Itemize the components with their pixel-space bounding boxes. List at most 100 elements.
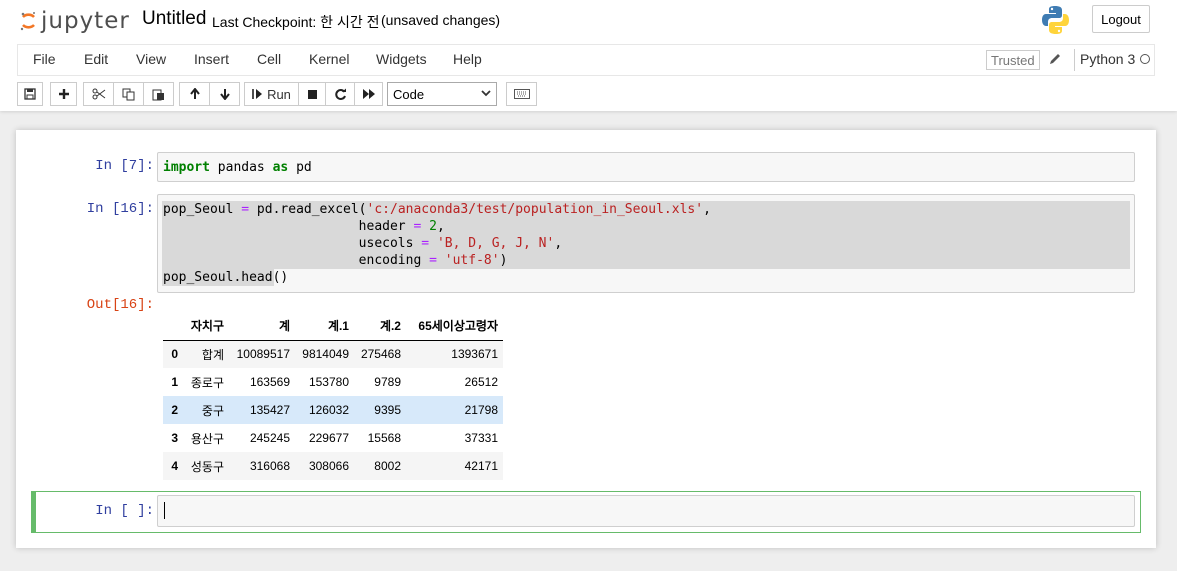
menu-file[interactable]: File: [33, 51, 56, 67]
input-prompt: In [ ]:: [95, 503, 154, 519]
table-cell: 9395: [374, 403, 401, 417]
stop-icon: [307, 89, 317, 99]
kernel-name[interactable]: Python 3: [1080, 51, 1135, 67]
notebook-container: In [7]: import pandas as pd In [16]: pop…: [16, 130, 1156, 548]
table-row: 0 합계 10089517 9814049 275468 1393671: [163, 340, 503, 368]
restart-icon: [334, 88, 346, 100]
jupyter-logo[interactable]: jupyter: [20, 6, 130, 36]
output-prompt: Out[16]:: [86, 297, 154, 313]
table-cell: 163569: [249, 375, 290, 389]
insert-cell-button[interactable]: [50, 82, 77, 106]
table-cell: 229677: [308, 431, 349, 445]
interrupt-button[interactable]: [298, 82, 326, 106]
checkpoint-status: Last Checkpoint: 한 시간 전: [212, 14, 380, 30]
table-header-cell: 65세이상고령자: [406, 312, 503, 341]
kernel-idle-icon: [1140, 54, 1150, 64]
logout-button[interactable]: Logout: [1092, 5, 1150, 33]
table-cell: 용산구: [190, 431, 224, 446]
text-cursor: [164, 502, 165, 519]
table-header-cell: 자치구: [183, 312, 229, 341]
cell-type-select[interactable]: Code: [387, 82, 497, 106]
paste-icon: [152, 89, 164, 100]
table-row: 3 용산구 245245 229677 15568 37331: [163, 424, 503, 452]
paste-button[interactable]: [143, 82, 174, 106]
plus-icon: [58, 89, 69, 99]
menubar: File Edit View Insert Cell Kernel Widget…: [17, 44, 1155, 76]
table-cell: 308066: [308, 459, 349, 473]
run-button[interactable]: Run: [244, 82, 299, 106]
code-block: pop_Seoul = pd.read_excel('c:/anaconda3/…: [163, 202, 711, 285]
table-row: 4 성동구 316068 308066 8002 42171: [163, 452, 503, 480]
code-cell-input[interactable]: pop_Seoul = pd.read_excel('c:/anaconda3/…: [157, 194, 1135, 293]
table-cell: 275468: [360, 347, 401, 362]
python-logo-icon: [1042, 6, 1069, 34]
input-prompt: In [7]:: [95, 158, 154, 174]
row-index: 2: [171, 403, 178, 417]
save-button[interactable]: [17, 82, 43, 106]
move-down-button[interactable]: [209, 82, 240, 106]
header: jupyter Untitled Last Checkpoint: 한 시간 전…: [0, 0, 1177, 111]
cut-button[interactable]: [83, 82, 114, 106]
table-cell: 10089517: [236, 347, 290, 362]
table-cell: 37331: [464, 431, 498, 445]
dataframe-table: 자치구 계 계.1 계.2 65세이상고령자 0 합계 10089517 981…: [163, 312, 503, 480]
menu-help[interactable]: Help: [453, 51, 482, 67]
code-cell-input[interactable]: [157, 495, 1135, 527]
restart-button[interactable]: [325, 82, 355, 106]
notebook-title[interactable]: Untitled: [142, 8, 206, 30]
logo-text: jupyter: [41, 8, 130, 34]
table-row: 1 종로구 163569 153780 9789 26512: [163, 368, 503, 396]
row-index: 0: [171, 347, 178, 362]
menu-kernel[interactable]: Kernel: [309, 51, 349, 67]
table-header-cell: 계: [229, 312, 295, 341]
table-cell: 9814049: [302, 347, 349, 362]
trusted-indicator[interactable]: Trusted: [986, 50, 1040, 70]
jupyter-logo-icon: [20, 12, 35, 31]
table-cell: 21798: [464, 403, 498, 417]
arrow-down-icon: [219, 89, 230, 100]
chevron-down-icon: [481, 90, 491, 97]
row-index: 3: [171, 431, 178, 445]
code-cell-input[interactable]: import pandas as pd: [157, 152, 1135, 182]
copy-button[interactable]: [113, 82, 144, 106]
fast-forward-icon: [362, 89, 375, 99]
row-index: 4: [171, 459, 178, 473]
table-header-row: 자치구 계 계.1 계.2 65세이상고령자: [163, 312, 503, 341]
table-cell: 중구: [201, 403, 224, 418]
table-header-cell: 계.2: [354, 312, 406, 341]
menu-insert[interactable]: Insert: [194, 51, 229, 67]
save-icon: [24, 88, 36, 100]
cell-type-value: Code: [393, 86, 425, 102]
menu-widgets[interactable]: Widgets: [376, 51, 427, 67]
table-cell: 26512: [464, 375, 498, 389]
row-index: 1: [171, 375, 178, 389]
table-cell: 종로구: [190, 375, 224, 390]
table-row: 2 중구 135427 126032 9395 21798: [163, 396, 503, 424]
table-cell: 성동구: [190, 459, 224, 474]
save-status: (unsaved changes): [381, 12, 501, 28]
command-palette-button[interactable]: [506, 82, 537, 106]
table-cell: 316068: [249, 459, 290, 473]
copy-icon: [122, 88, 135, 100]
table-cell: 135427: [249, 403, 290, 417]
restart-run-all-button[interactable]: [354, 82, 383, 106]
table-cell: 245245: [249, 431, 290, 445]
menu-edit[interactable]: Edit: [84, 51, 108, 67]
pencil-icon[interactable]: [1048, 52, 1062, 66]
input-prompt: In [16]:: [86, 201, 154, 217]
table-cell: 126032: [308, 403, 349, 417]
run-label: Run: [267, 86, 291, 102]
table-cell: 8002: [374, 459, 401, 473]
arrow-up-icon: [189, 88, 200, 99]
menu-cell[interactable]: Cell: [257, 51, 281, 67]
table-cell: 합계: [201, 347, 224, 362]
run-icon: [252, 89, 263, 99]
table-cell: 15568: [367, 431, 401, 445]
keyboard-icon: [513, 89, 530, 99]
cut-icon: [92, 88, 105, 100]
table-header-cell: 계.1: [295, 312, 354, 341]
code-line: import pandas as pd: [163, 160, 312, 175]
menu-view[interactable]: View: [136, 51, 166, 67]
move-up-button[interactable]: [179, 82, 210, 106]
table-cell: 153780: [308, 375, 349, 389]
